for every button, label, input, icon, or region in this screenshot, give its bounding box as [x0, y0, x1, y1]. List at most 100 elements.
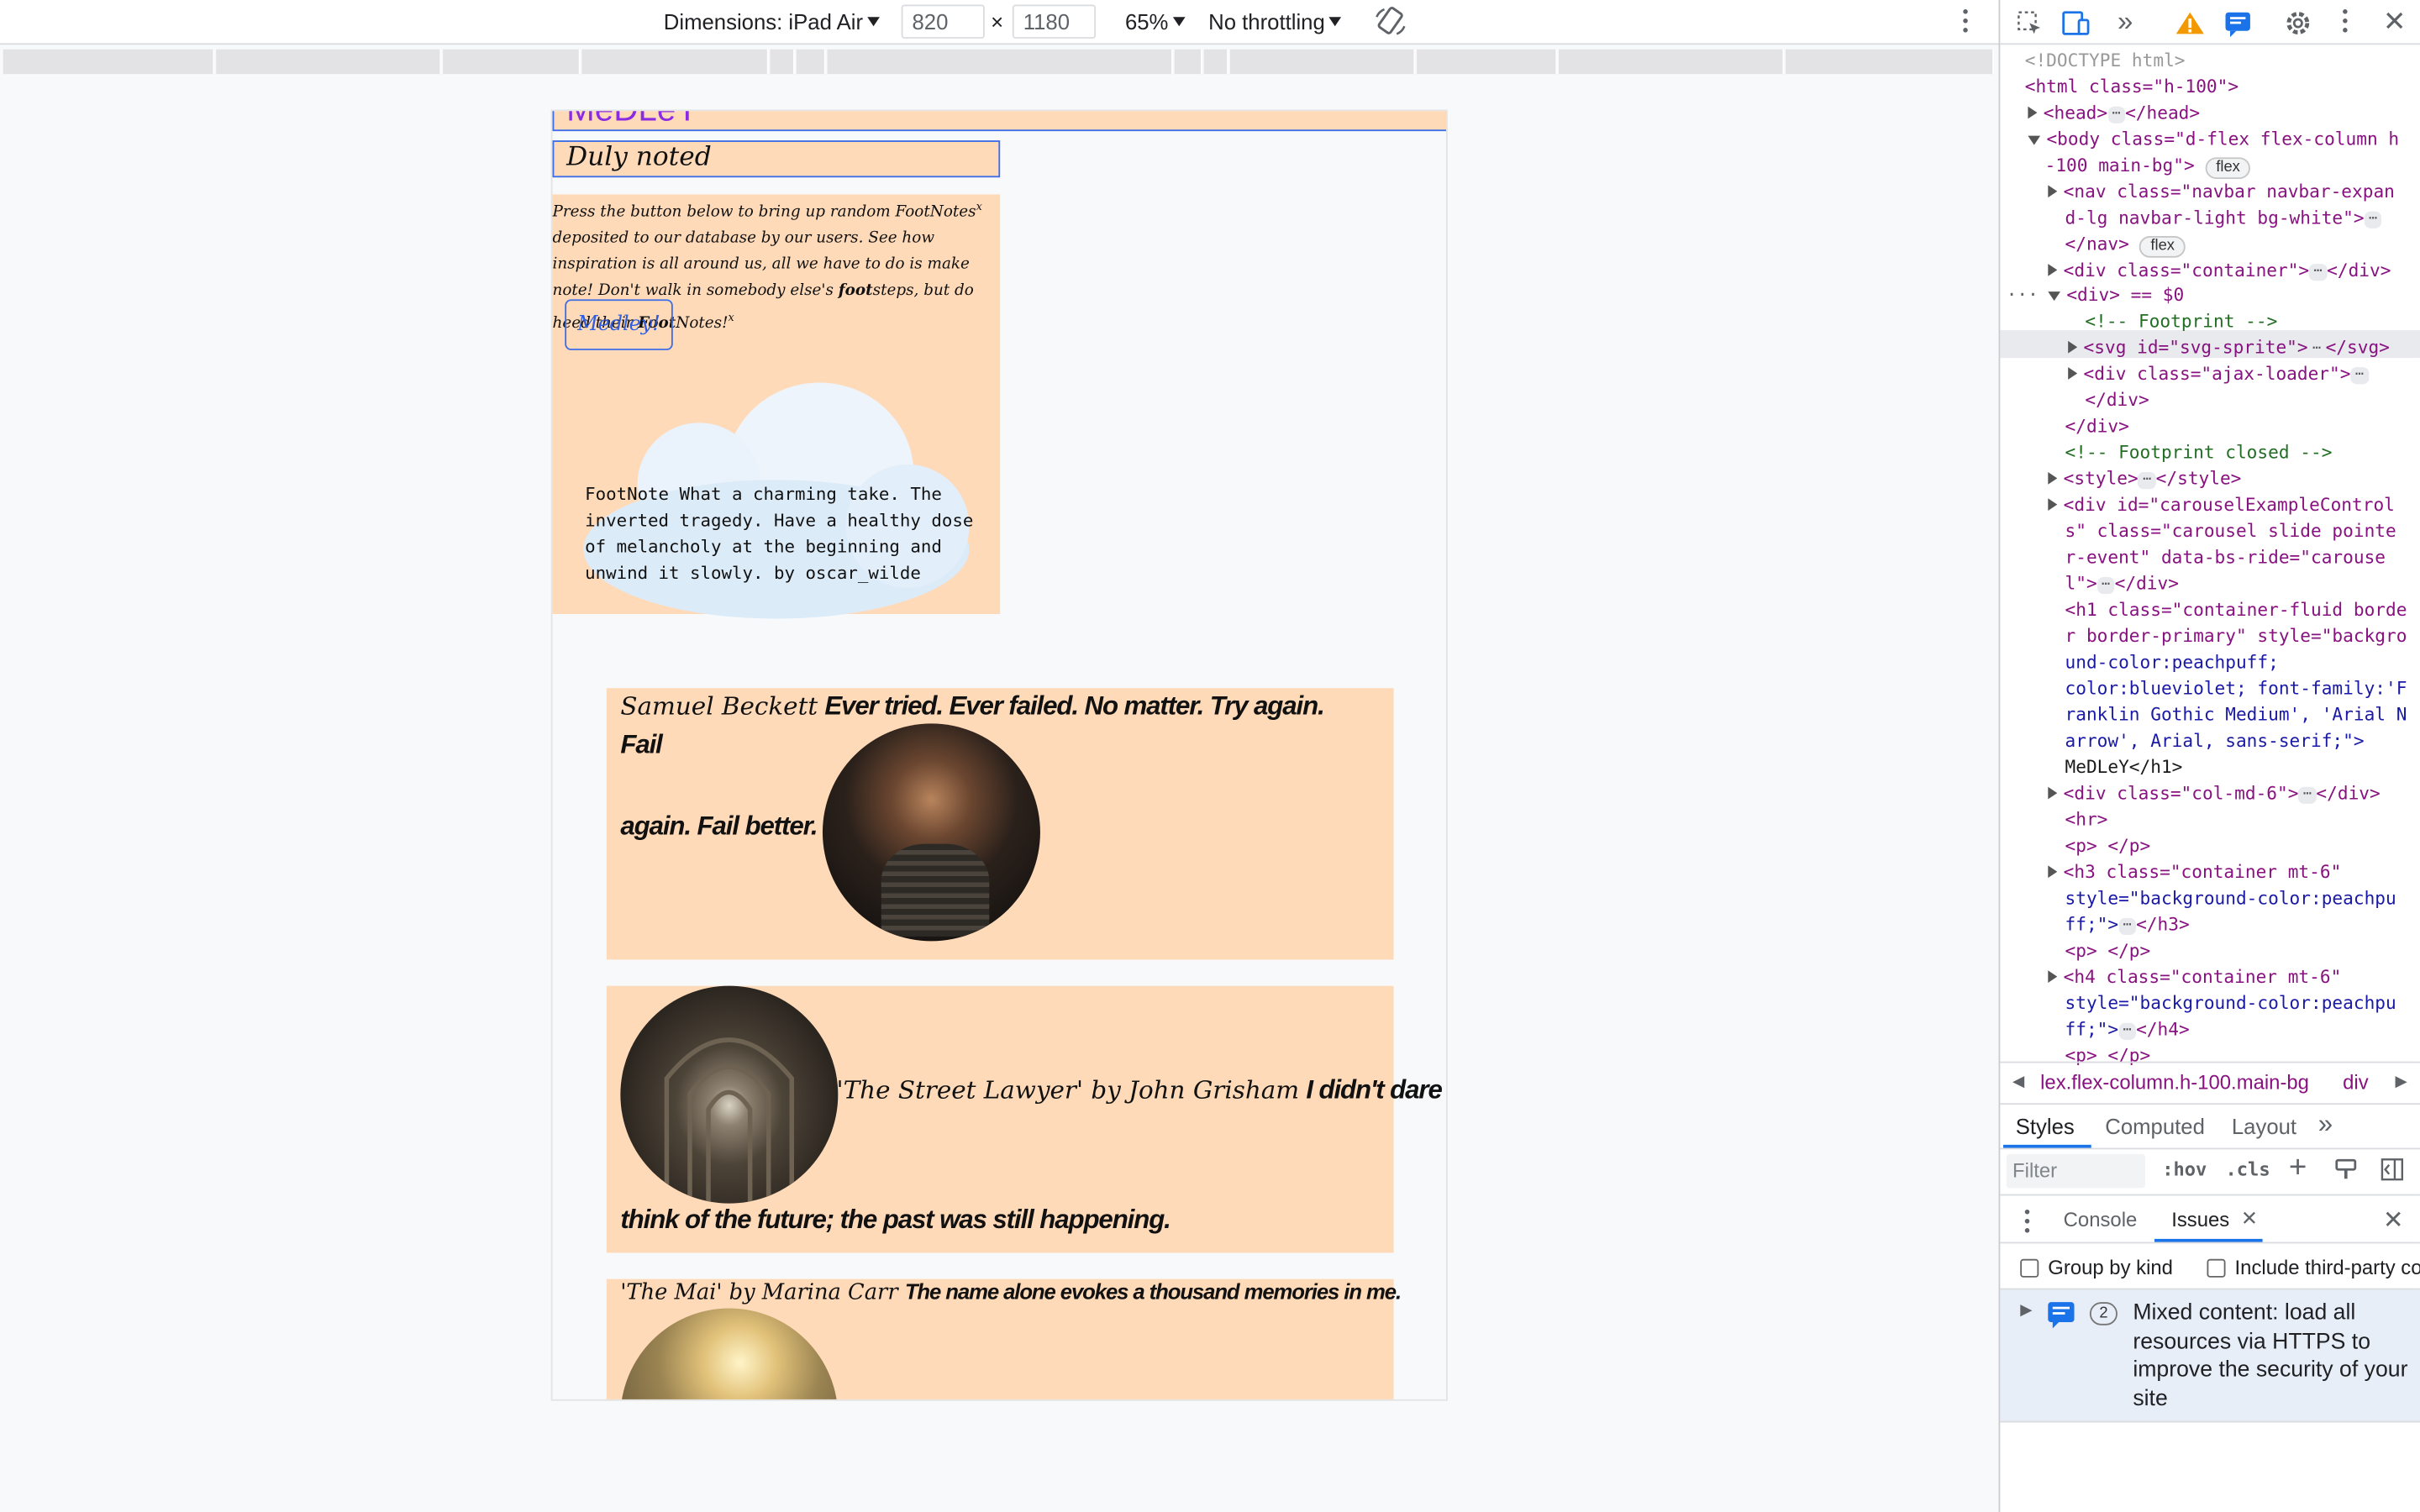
devtools-menu-icon[interactable] — [2343, 9, 2349, 37]
expand-triangle-icon[interactable] — [2048, 865, 2058, 879]
dom-node[interactable]: <p> </p> — [2065, 833, 2151, 859]
close-issues-tab-icon[interactable]: ✕ — [2241, 1206, 2258, 1231]
zoom-dropdown[interactable]: 65% — [1125, 9, 1186, 34]
flex-badge[interactable]: flex — [2205, 157, 2251, 180]
settings-gear-icon[interactable] — [2284, 9, 2312, 45]
dom-node[interactable]: <head> ⋯ </head> — [2028, 100, 2200, 126]
dom-node[interactable]: <h4 class="container mt-6" — [2048, 964, 2341, 990]
expand-triangle-icon[interactable] — [2048, 786, 2058, 800]
breadcrumb-item[interactable]: div — [2343, 1063, 2369, 1103]
media-query-segment[interactable] — [1786, 49, 1995, 75]
ellipsis-icon[interactable]: ⋯ — [2138, 472, 2156, 490]
height-input[interactable]: 1180 — [1012, 4, 1097, 39]
collapse-triangle-icon[interactable] — [2028, 135, 2041, 145]
flex-badge[interactable]: flex — [2139, 236, 2186, 258]
media-query-segment[interactable] — [770, 49, 795, 75]
paint-brush-icon[interactable] — [2333, 1158, 2358, 1187]
media-query-segment[interactable] — [1174, 49, 1202, 75]
more-tabs-icon[interactable]: » — [2318, 1110, 2333, 1141]
chevron-right-icon[interactable]: ▶ — [2396, 1063, 2407, 1103]
ellipsis-icon[interactable]: ⋯ — [2096, 576, 2115, 595]
toggle-sidebar-icon[interactable] — [2380, 1158, 2404, 1187]
dom-text[interactable]: MeDLeY</h1> — [2065, 754, 2183, 780]
dom-node[interactable]: <style> ⋯ </style> — [2048, 466, 2241, 492]
add-rule-icon[interactable]: + — [2289, 1151, 2307, 1186]
dom-node[interactable]: <svg id="svg-sprite"> ⋯ </svg> — [2068, 335, 2390, 361]
media-query-segment[interactable] — [216, 49, 442, 75]
dom-node[interactable]: <div id="carouselExampleControl — [2048, 492, 2395, 518]
expand-triangle-icon[interactable] — [2048, 970, 2058, 983]
ellipsis-icon[interactable]: ⋯ — [2309, 264, 2328, 281]
checkbox-icon[interactable] — [2207, 1258, 2226, 1278]
hov-button[interactable]: :hov — [2162, 1158, 2207, 1180]
expand-triangle-icon[interactable] — [2048, 498, 2058, 511]
collapse-triangle-icon[interactable] — [2048, 291, 2060, 302]
dom-node[interactable]: <div class="ajax-loader"> ⋯ — [2068, 361, 2369, 387]
dom-node[interactable]: <hr> — [2065, 807, 2108, 833]
include-third-party-option[interactable]: Include third-party co — [2207, 1256, 2420, 1279]
dom-node-selected[interactable]: <div> == $0 — [2048, 282, 2184, 308]
filter-input[interactable]: Filter — [2006, 1153, 2146, 1189]
close-devtools-icon[interactable]: ✕ — [2383, 6, 2407, 39]
dom-node[interactable]: <html class="h-100"> — [2025, 74, 2238, 100]
device-toggle-icon[interactable] — [2060, 9, 2091, 45]
media-query-segment[interactable] — [3, 49, 215, 75]
cls-button[interactable]: .cls — [2226, 1158, 2270, 1180]
expand-triangle-icon[interactable] — [2028, 106, 2038, 119]
ellipsis-icon[interactable]: ⋯ — [2118, 1022, 2137, 1040]
dom-node[interactable]: <!DOCTYPE html> — [2025, 48, 2186, 74]
tab-issues[interactable]: Issues — [2171, 1208, 2229, 1231]
expand-triangle-icon[interactable]: ▶ — [2020, 1302, 2032, 1319]
ellipsis-icon[interactable]: ⋯ — [2118, 917, 2137, 936]
ellipsis-icon[interactable]: ⋯ — [2364, 211, 2382, 228]
tab-computed[interactable]: Computed — [2105, 1114, 2205, 1138]
inspect-element-icon[interactable] — [2016, 9, 2044, 45]
dom-node[interactable]: <div class="col-md-6"> ⋯ </div> — [2048, 780, 2381, 806]
media-query-segment[interactable] — [1417, 49, 1558, 75]
dom-comment[interactable]: <!-- Footprint --> — [2085, 308, 2277, 334]
media-query-segment[interactable] — [1203, 49, 1229, 75]
expand-triangle-icon[interactable] — [2048, 472, 2058, 485]
checkbox-icon[interactable] — [2020, 1258, 2039, 1278]
medley-button[interactable]: Medley! — [565, 299, 673, 350]
dom-node[interactable]: <nav class="navbar navbar-expan — [2048, 179, 2395, 205]
dom-node[interactable]: <p> </p> — [2065, 938, 2151, 964]
throttling-dropdown[interactable]: No throttling — [1208, 9, 1342, 34]
media-query-segment[interactable] — [1559, 49, 1785, 75]
rotate-icon[interactable] — [1374, 6, 1407, 41]
tab-console[interactable]: Console — [2064, 1208, 2138, 1231]
expand-triangle-icon[interactable] — [2048, 185, 2058, 198]
media-query-segment[interactable] — [796, 49, 826, 75]
chevron-left-icon[interactable]: ◀ — [2012, 1063, 2024, 1103]
more-options-icon[interactable] — [1963, 9, 1969, 37]
dom-node[interactable]: <body class="d-flex flex-column h — [2028, 127, 2399, 153]
media-query-segment[interactable] — [581, 49, 769, 75]
ellipsis-icon[interactable]: ⋯ — [2298, 786, 2317, 804]
expand-triangle-icon[interactable] — [2048, 264, 2058, 276]
group-by-kind-option[interactable]: Group by kind — [2020, 1256, 2173, 1279]
issue-row[interactable]: ▶ 2 Mixed content: load all resources vi… — [2000, 1289, 2420, 1423]
dom-node[interactable]: </div> — [2085, 387, 2149, 413]
issues-icon[interactable] — [2223, 9, 2254, 45]
media-query-segment[interactable] — [827, 49, 1173, 75]
dom-comment[interactable]: <!-- Footprint closed --> — [2065, 439, 2333, 465]
drawer-menu-icon[interactable] — [2024, 1209, 2031, 1237]
dom-node[interactable]: <div class="container"> ⋯ </div> — [2048, 258, 2391, 284]
tab-layout[interactable]: Layout — [2232, 1114, 2296, 1138]
width-input[interactable]: 820 — [901, 4, 985, 39]
ellipsis-icon[interactable]: ⋯ — [2350, 367, 2369, 385]
media-query-segment[interactable] — [1229, 49, 1416, 75]
dom-node[interactable]: <h1 class="container-fluid borde — [2065, 597, 2407, 623]
node-actions-icon[interactable]: ··· — [2007, 282, 2039, 308]
close-drawer-icon[interactable]: ✕ — [2383, 1205, 2404, 1236]
dom-node[interactable]: <h3 class="container mt-6" — [2048, 859, 2341, 885]
dom-node[interactable]: </div> — [2065, 413, 2129, 439]
expand-triangle-icon[interactable] — [2068, 340, 2078, 354]
ellipsis-icon[interactable]: ⋯ — [2307, 340, 2326, 359]
dimensions-dropdown[interactable]: Dimensions: iPad Air — [664, 9, 881, 34]
breadcrumb-item[interactable]: lex.flex-column.h-100.main-bg — [2040, 1063, 2309, 1103]
more-tabs-icon[interactable]: » — [2118, 6, 2133, 39]
media-query-segment[interactable] — [443, 49, 581, 75]
warning-icon[interactable] — [2175, 9, 2206, 45]
ellipsis-icon[interactable]: ⋯ — [2107, 106, 2126, 123]
